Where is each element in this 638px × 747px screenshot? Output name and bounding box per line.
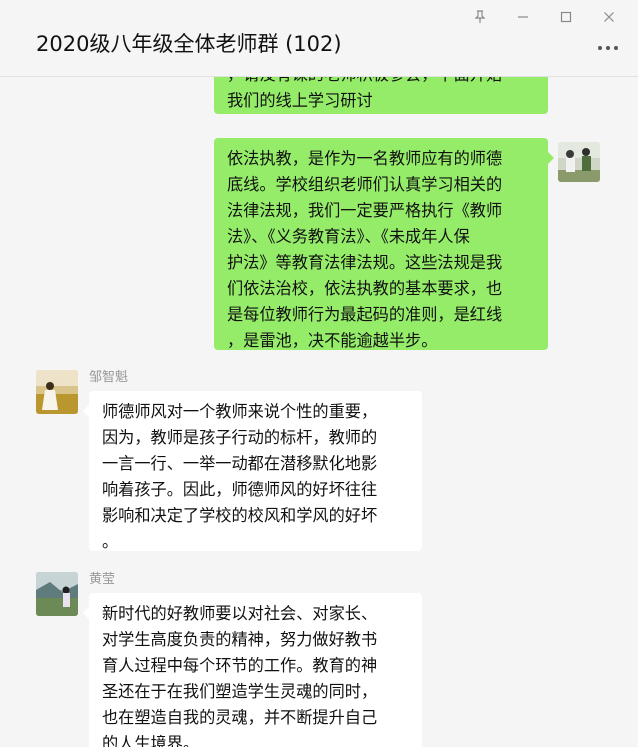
chat-title: 2020级八年级全体老师群 (102) bbox=[36, 32, 342, 56]
more-options-icon[interactable] bbox=[598, 42, 622, 54]
avatar[interactable] bbox=[558, 142, 600, 182]
message-bubble-other[interactable]: 新时代的好教师要以对社会、对家长、 对学生高度负责的精神，努力做好教书 育人过程… bbox=[83, 593, 422, 747]
message-bubble-other[interactable]: 师德师风对一个教师来说个性的重要， 因为，教师是孩子行动的标杆，教师的 一言一行… bbox=[83, 391, 422, 551]
pin-icon[interactable] bbox=[458, 6, 501, 28]
window-controls bbox=[458, 6, 630, 28]
title-bar: 2020级八年级全体老师群 (102) bbox=[0, 0, 638, 77]
sender-name: 邹智魁 bbox=[89, 370, 129, 385]
message-bubble-self[interactable]: ，请没有课的老师积极参会，下面开始 我们的线上学习研讨 bbox=[214, 76, 548, 114]
avatar[interactable] bbox=[36, 572, 78, 616]
maximize-icon[interactable] bbox=[544, 6, 587, 28]
chat-window: 2020级八年级全体老师群 (102) ，请没有课的老师积极参会，下面开始 我们… bbox=[0, 0, 638, 747]
message-list[interactable]: ，请没有课的老师积极参会，下面开始 我们的线上学习研讨 依法执教，是作为一名教师… bbox=[0, 76, 638, 747]
sender-name: 黄莹 bbox=[89, 572, 116, 587]
message-bubble-self[interactable]: 依法执教，是作为一名教师应有的师德 底线。学校组织老师们认真学习相关的 法律法规… bbox=[214, 138, 554, 350]
avatar[interactable] bbox=[36, 370, 78, 414]
close-icon[interactable] bbox=[587, 6, 630, 28]
minimize-icon[interactable] bbox=[501, 6, 544, 28]
